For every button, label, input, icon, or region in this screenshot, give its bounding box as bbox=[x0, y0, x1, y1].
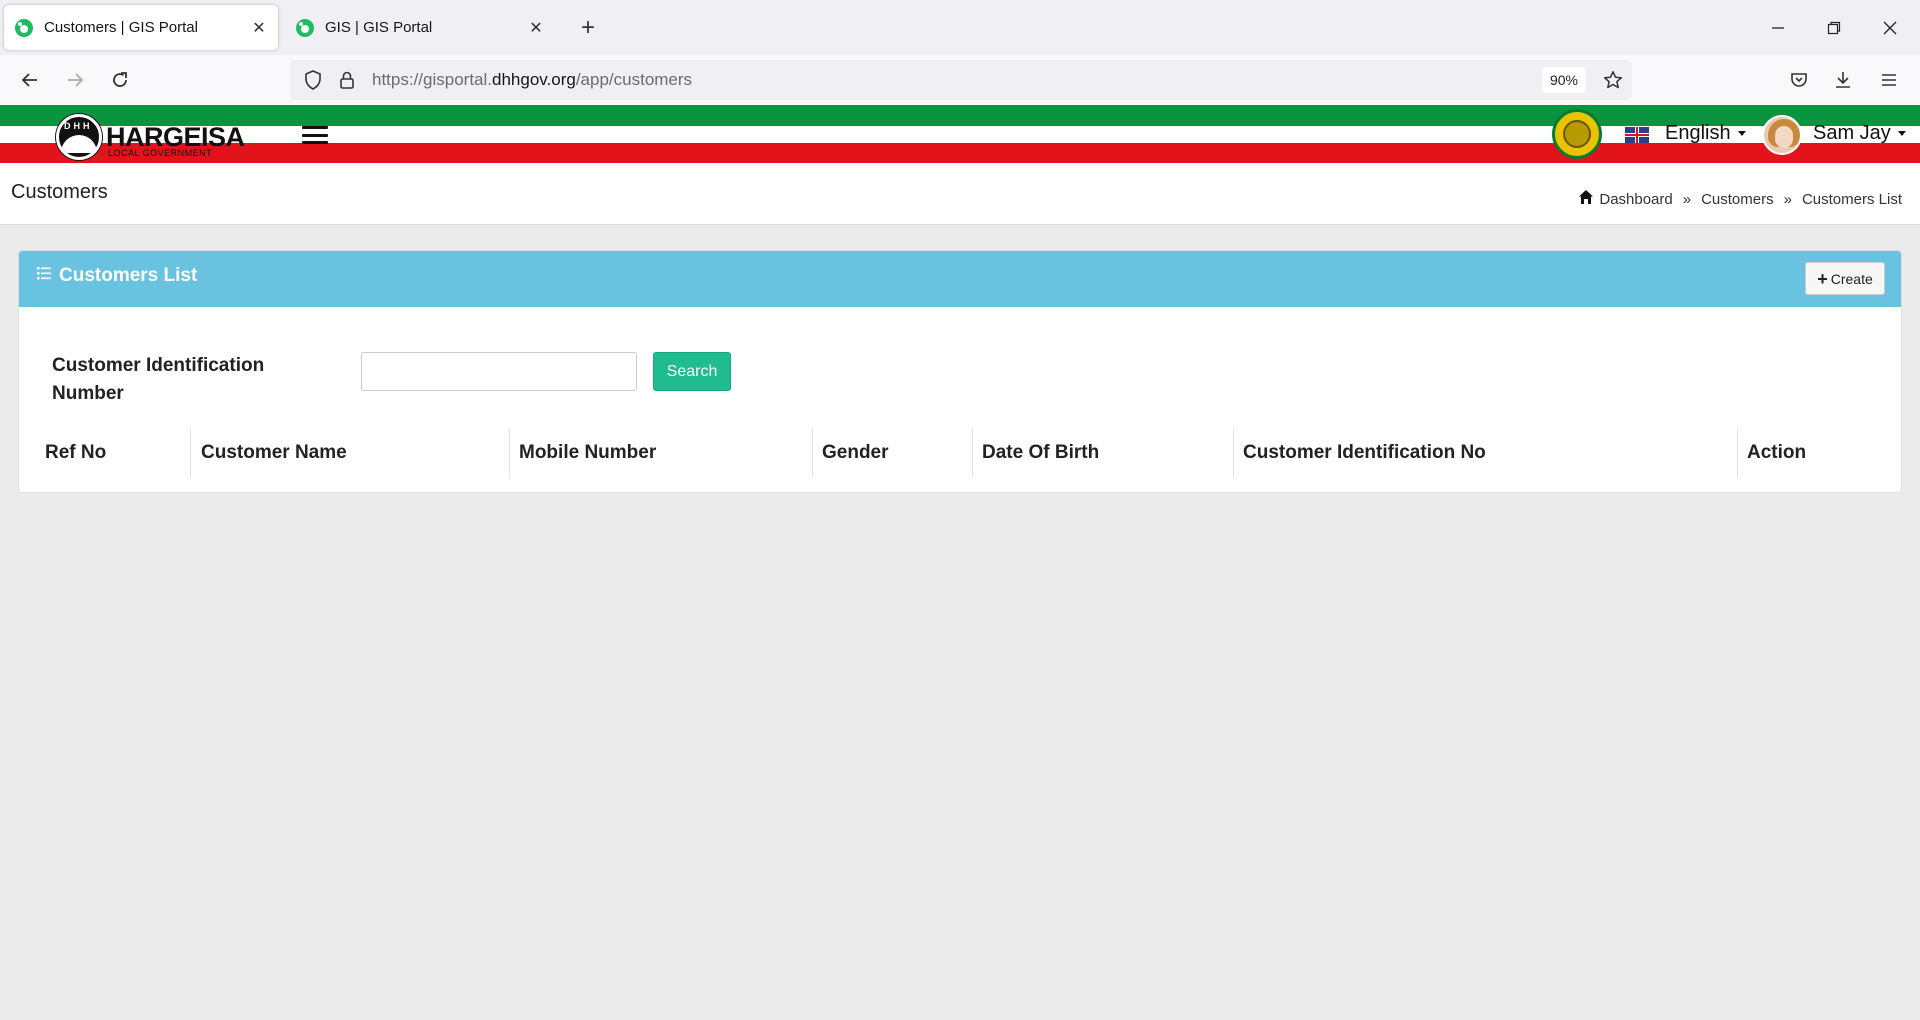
page-title-bar: Customers Dashboard » Customers » Custom… bbox=[0, 163, 1920, 225]
uk-flag-icon bbox=[1625, 127, 1649, 143]
minimize-window-button[interactable] bbox=[1762, 12, 1794, 44]
customers-list-card: Customers List + Create Customer Identifi… bbox=[18, 250, 1902, 493]
close-tab-icon[interactable]: ✕ bbox=[246, 15, 272, 41]
browser-navigation-bar: https://gisportal.dhhgov.org/app/custome… bbox=[0, 55, 1920, 105]
hargeisa-logo[interactable]: DHH HARGEISA LOCAL GOVERNMENT bbox=[56, 112, 245, 160]
column-header-action: Action bbox=[1737, 428, 1806, 478]
close-tab-icon[interactable]: ✕ bbox=[523, 15, 549, 41]
pocket-button[interactable] bbox=[1782, 63, 1816, 97]
logo-name: HARGEISA bbox=[106, 122, 245, 152]
reload-icon bbox=[113, 72, 127, 87]
caret-down-icon bbox=[1737, 131, 1746, 136]
new-tab-button[interactable]: + bbox=[574, 14, 602, 42]
lock-icon[interactable] bbox=[332, 65, 362, 95]
logo-letters: DHH bbox=[64, 121, 93, 131]
sidebar-toggle-icon[interactable] bbox=[302, 126, 328, 144]
card-title-text: Customers List bbox=[59, 265, 198, 286]
forward-button[interactable] bbox=[58, 63, 92, 97]
language-label: English bbox=[1665, 122, 1731, 144]
card-header: Customers List + Create bbox=[19, 251, 1901, 307]
home-icon bbox=[1579, 189, 1594, 204]
breadcrumb-customers[interactable]: Customers bbox=[1701, 191, 1774, 208]
column-header-gender[interactable]: Gender bbox=[812, 428, 889, 478]
close-icon bbox=[1883, 21, 1897, 35]
browser-tab-gis[interactable]: GIS | GIS Portal ✕ bbox=[285, 5, 555, 50]
avatar[interactable] bbox=[1762, 115, 1802, 155]
create-button[interactable]: + Create bbox=[1805, 262, 1885, 295]
government-seal-icon bbox=[1552, 109, 1602, 159]
app-menu-button[interactable] bbox=[1872, 63, 1906, 97]
close-window-button[interactable] bbox=[1874, 12, 1906, 44]
browser-tab-customers[interactable]: Customers | GIS Portal ✕ bbox=[4, 5, 278, 50]
create-label: Create bbox=[1830, 270, 1873, 287]
arrow-right-icon bbox=[68, 73, 84, 87]
zoom-level-badge[interactable]: 90% bbox=[1542, 67, 1586, 93]
pocket-icon bbox=[1791, 73, 1807, 87]
breadcrumb-separator: » bbox=[1682, 191, 1692, 208]
breadcrumb: Dashboard » Customers » Customers List bbox=[1578, 189, 1902, 208]
download-icon bbox=[1836, 72, 1850, 88]
restore-window-button[interactable] bbox=[1818, 12, 1850, 44]
restore-icon bbox=[1827, 21, 1841, 35]
app-header: DHH HARGEISA LOCAL GOVERNMENT English Sa… bbox=[0, 105, 1920, 163]
user-menu-dropdown[interactable]: Sam Jay bbox=[1813, 122, 1906, 145]
customers-table-header: Ref No Customer Name Mobile Number Gende… bbox=[19, 428, 1901, 478]
customer-id-label: Customer Identification Number bbox=[52, 355, 265, 404]
tab-title: GIS | GIS Portal bbox=[325, 19, 433, 36]
url-prefix: https://gisportal. bbox=[372, 70, 493, 89]
user-name: Sam Jay bbox=[1813, 122, 1891, 144]
header-band-green bbox=[0, 105, 1920, 126]
column-header-customer-name[interactable]: Customer Name bbox=[190, 428, 347, 478]
shield-icon[interactable] bbox=[298, 65, 328, 95]
header-band-red bbox=[0, 143, 1920, 163]
plus-icon: + bbox=[1817, 268, 1828, 289]
url-text[interactable]: https://gisportal.dhhgov.org/app/custome… bbox=[372, 70, 692, 90]
breadcrumb-dashboard[interactable]: Dashboard bbox=[1599, 191, 1672, 208]
page-title: Customers bbox=[11, 181, 108, 203]
site-favicon-icon bbox=[296, 18, 314, 37]
minimize-icon bbox=[1772, 27, 1784, 29]
logo-subtitle: LOCAL GOVERNMENT bbox=[108, 148, 213, 158]
site-favicon-icon bbox=[15, 18, 33, 37]
reload-button[interactable] bbox=[103, 63, 137, 97]
caret-down-icon bbox=[1897, 131, 1906, 136]
logo-emblem-icon: DHH bbox=[56, 114, 102, 160]
browser-tab-bar: Customers | GIS Portal ✕ GIS | GIS Porta… bbox=[0, 0, 1920, 55]
list-icon bbox=[37, 266, 51, 279]
bookmark-star-icon[interactable] bbox=[1598, 65, 1628, 95]
card-title: Customers List bbox=[37, 265, 197, 287]
downloads-button[interactable] bbox=[1826, 63, 1860, 97]
tab-title: Customers | GIS Portal bbox=[44, 19, 198, 36]
address-bar[interactable]: https://gisportal.dhhgov.org/app/custome… bbox=[290, 60, 1632, 100]
url-domain: dhhgov.org bbox=[492, 70, 576, 89]
breadcrumb-customers-list: Customers List bbox=[1801, 191, 1902, 208]
column-header-date-of-birth[interactable]: Date Of Birth bbox=[972, 428, 1099, 478]
search-button[interactable]: Search bbox=[653, 352, 731, 391]
column-header-ref-no[interactable]: Ref No bbox=[45, 428, 106, 478]
url-path: /app/customers bbox=[575, 70, 693, 89]
arrow-left-icon bbox=[21, 73, 37, 87]
back-button[interactable] bbox=[13, 63, 47, 97]
column-header-mobile-number[interactable]: Mobile Number bbox=[509, 428, 656, 478]
column-header-customer-identification-no[interactable]: Customer Identification No bbox=[1233, 428, 1486, 478]
hamburger-menu-icon bbox=[1882, 74, 1896, 86]
customer-id-input[interactable] bbox=[361, 352, 637, 391]
breadcrumb-separator: » bbox=[1783, 191, 1792, 208]
language-dropdown[interactable]: English bbox=[1665, 122, 1746, 145]
